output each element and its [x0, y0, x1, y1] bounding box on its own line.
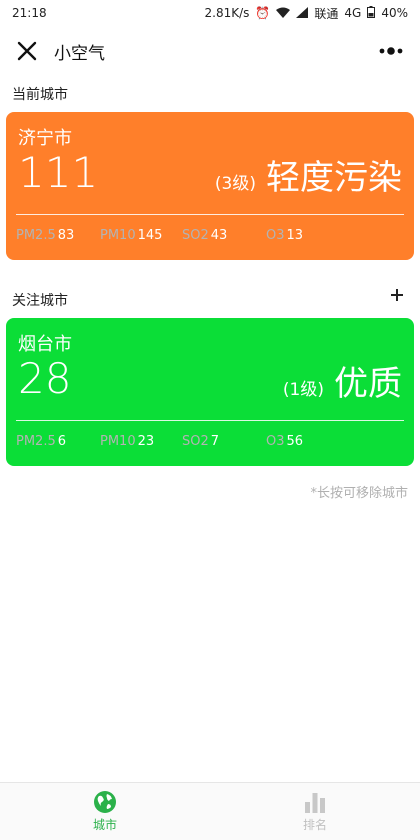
metric-pm10: PM10 23 [100, 434, 154, 449]
status-right: 2.81K/s ⏰ 联通 4G 40% [205, 5, 408, 22]
aqi-level-number: (1级) [282, 380, 324, 400]
current-city-heading: 当前城市 [12, 87, 68, 103]
aqi-level: (3级) 轻度污染 [215, 150, 402, 199]
metric-value: 43 [210, 228, 228, 243]
metric-pm25: PM2.5 83 [16, 228, 74, 243]
tab-bar: 城市 排名 [0, 782, 420, 840]
page-title: 小空气 [54, 43, 105, 64]
metric-label: PM10 [100, 434, 136, 449]
tab-city[interactable]: 城市 [0, 783, 210, 840]
status-time: 21:18 [12, 6, 47, 20]
aqi-value: 111 [18, 148, 99, 197]
current-city-card[interactable]: 济宁市 111 (3级) 轻度污染 PM2.5 83 PM10 145 SO2 43 … [6, 112, 414, 260]
metric-label: SO2 [182, 228, 209, 243]
followed-cities-heading: 关注城市 [12, 293, 68, 309]
metric-value: 7 [210, 434, 220, 449]
metric-so2: SO2 7 [182, 434, 219, 449]
metric-value: 83 [57, 228, 75, 243]
metric-o3: O3 56 [266, 434, 303, 449]
tab-ranking[interactable]: 排名 [210, 783, 420, 840]
tab-label: 城市 [92, 818, 117, 832]
metric-value: 56 [286, 434, 304, 449]
tab-label: 排名 [302, 818, 327, 832]
metric-value: 23 [137, 434, 155, 449]
city-name: 烟台市 [18, 334, 72, 355]
battery-icon [367, 6, 376, 20]
card-divider [16, 420, 404, 421]
close-button[interactable] [12, 36, 42, 66]
metric-pm25: PM2.5 6 [16, 434, 66, 449]
more-options-button[interactable] [374, 36, 408, 66]
metric-label: O3 [266, 434, 285, 449]
card-divider [16, 214, 404, 215]
metric-label: PM2.5 [16, 434, 56, 449]
metric-label: PM10 [100, 228, 136, 243]
metric-value: 145 [137, 228, 163, 243]
metric-label: SO2 [182, 434, 209, 449]
nav-bar: 小空气 [0, 28, 420, 74]
status-bar: 21:18 2.81K/s ⏰ 联通 4G 40% [0, 0, 420, 26]
close-icon [17, 41, 37, 61]
city-name: 济宁市 [18, 128, 72, 149]
aqi-level-text: 优质 [334, 364, 402, 404]
remove-city-hint: *长按可移除城市 [310, 486, 408, 501]
aqi-level-number: (3级) [214, 174, 256, 194]
plus-icon [391, 289, 403, 301]
aqi-value: 28 [18, 354, 72, 403]
battery-level: 40% [381, 6, 408, 20]
network-speed: 2.81K/s [204, 6, 250, 20]
metric-pm10: PM10 145 [100, 228, 162, 243]
wifi-icon [276, 7, 291, 20]
followed-city-card[interactable]: 烟台市 28 (1级) 优质 PM2.5 6 PM10 23 SO2 7 O3 56 [6, 318, 414, 466]
aqi-level: (1级) 优质 [283, 356, 402, 405]
signal-icon [296, 6, 309, 20]
alarm-icon: ⏰ [255, 6, 271, 20]
add-city-button[interactable] [386, 284, 408, 306]
metric-so2: SO2 43 [182, 228, 227, 243]
globe-icon [94, 791, 116, 813]
bar-chart-icon [305, 793, 325, 813]
aqi-level-text: 轻度污染 [266, 158, 402, 198]
carrier-name: 联通 [314, 6, 339, 21]
network-type: 4G [344, 6, 362, 20]
metric-label: PM2.5 [16, 228, 56, 243]
metric-value: 13 [286, 228, 304, 243]
more-options-icon [379, 47, 403, 55]
metric-o3: O3 13 [266, 228, 303, 243]
metric-value: 6 [57, 434, 67, 449]
metric-label: O3 [266, 228, 285, 243]
